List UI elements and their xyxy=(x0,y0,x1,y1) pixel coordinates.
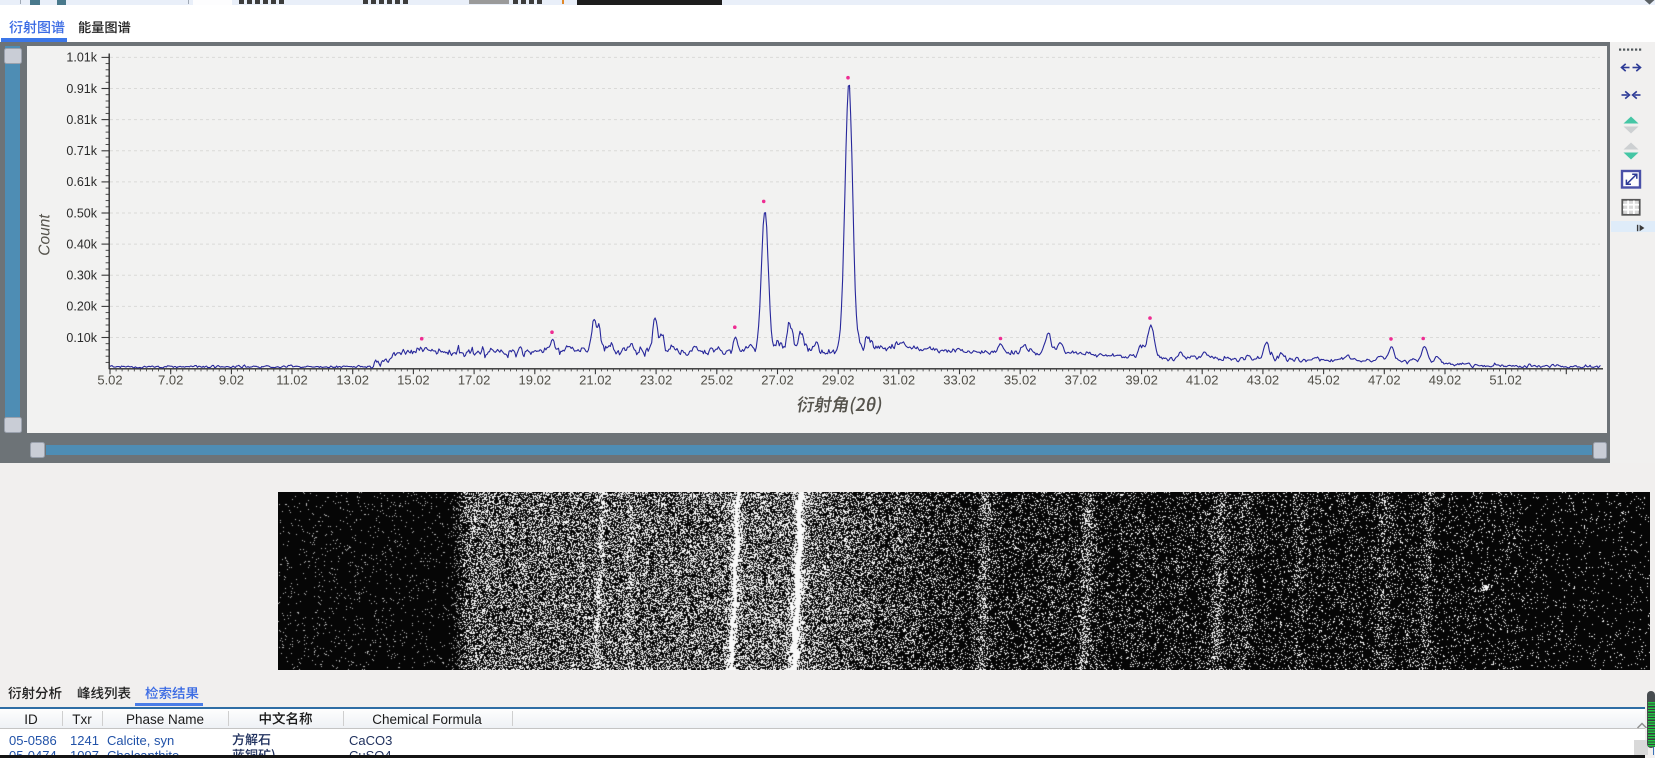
svg-text:27.02: 27.02 xyxy=(761,373,794,388)
svg-text:17.02: 17.02 xyxy=(458,373,491,388)
svg-text:21.02: 21.02 xyxy=(579,373,612,388)
svg-text:Count: Count xyxy=(37,214,54,256)
svg-text:49.02: 49.02 xyxy=(1429,373,1462,388)
svg-text:0.40k: 0.40k xyxy=(66,237,97,251)
svg-text:1.01k: 1.01k xyxy=(66,51,97,65)
svg-text:13.02: 13.02 xyxy=(336,373,369,388)
svg-text:31.02: 31.02 xyxy=(883,373,916,388)
svg-text:47.02: 47.02 xyxy=(1368,373,1401,388)
svg-text:45.02: 45.02 xyxy=(1307,373,1340,388)
svg-text:29.02: 29.02 xyxy=(822,373,855,388)
svg-text:51.02: 51.02 xyxy=(1489,373,1522,388)
svg-text:35.02: 35.02 xyxy=(1004,373,1037,388)
svg-text:0.91k: 0.91k xyxy=(66,82,97,96)
svg-text:0.61k: 0.61k xyxy=(66,175,97,189)
svg-text:33.02: 33.02 xyxy=(943,373,976,388)
svg-text:0.10k: 0.10k xyxy=(66,331,97,345)
svg-text:19.02: 19.02 xyxy=(519,373,552,388)
svg-text:0.71k: 0.71k xyxy=(66,144,97,158)
svg-text:9.02: 9.02 xyxy=(219,373,244,388)
svg-text:25.02: 25.02 xyxy=(701,373,734,388)
svg-text:39.02: 39.02 xyxy=(1125,373,1158,388)
svg-text:15.02: 15.02 xyxy=(397,373,430,388)
svg-text:5.02: 5.02 xyxy=(97,373,122,388)
svg-text:37.02: 37.02 xyxy=(1065,373,1098,388)
svg-text:43.02: 43.02 xyxy=(1247,373,1280,388)
svg-text:0.50k: 0.50k xyxy=(66,206,97,220)
svg-text:41.02: 41.02 xyxy=(1186,373,1219,388)
svg-text:0.30k: 0.30k xyxy=(66,269,97,283)
svg-text:0.20k: 0.20k xyxy=(66,300,97,314)
svg-text:7.02: 7.02 xyxy=(158,373,183,388)
svg-text:0.81k: 0.81k xyxy=(66,113,97,127)
svg-text:11.02: 11.02 xyxy=(276,373,308,388)
svg-text:23.02: 23.02 xyxy=(640,373,673,388)
